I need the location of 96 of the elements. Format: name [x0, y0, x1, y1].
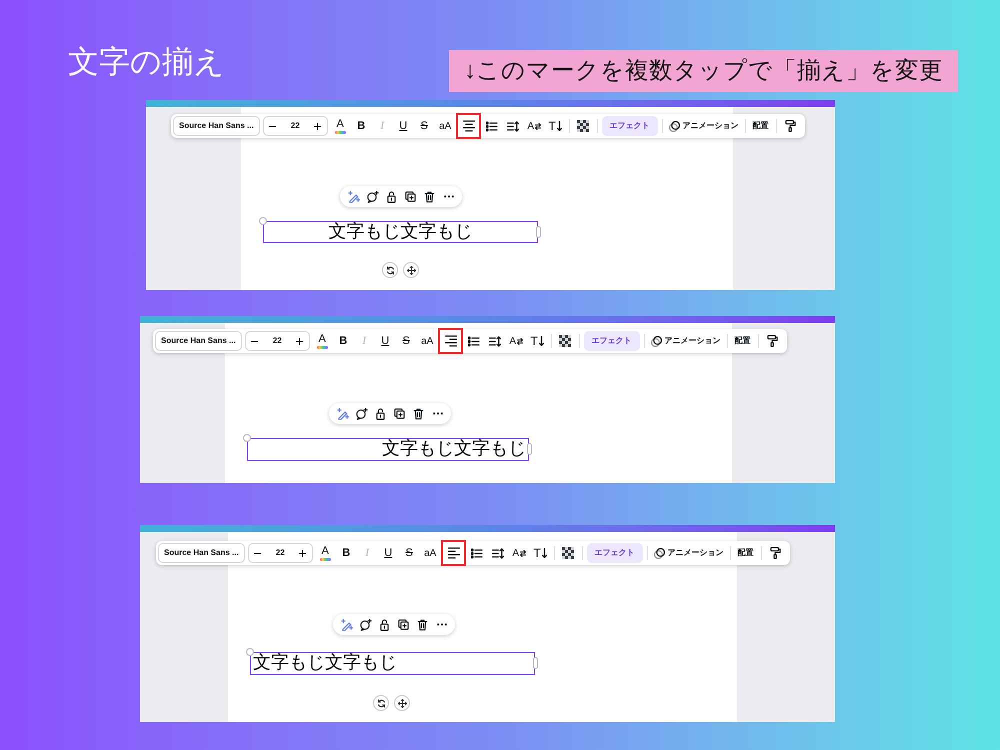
line-spacing-icon [489, 336, 502, 346]
underline-button[interactable]: U [378, 543, 398, 563]
font-size-field[interactable]: 22 [290, 120, 300, 132]
position-button[interactable]: 配置 [730, 331, 755, 351]
align-button[interactable] [438, 328, 464, 354]
text-direction-button[interactable]: T [530, 543, 550, 563]
animation-button[interactable]: アニメーション [666, 116, 742, 136]
magic-pencil-icon [340, 618, 352, 630]
overlapping-circles-icon [654, 548, 665, 558]
more-icon [432, 412, 442, 415]
paint-roller-icon [770, 547, 781, 559]
trash-icon [416, 618, 428, 630]
rainbow-bar-icon [334, 130, 346, 134]
plus-icon [296, 338, 304, 344]
down-arrow-icon [542, 548, 547, 558]
align-button[interactable] [441, 540, 466, 566]
resize-handle[interactable] [533, 657, 538, 669]
line-spacing-icon [507, 120, 520, 132]
strikethrough-button[interactable]: S [399, 543, 420, 563]
text-box[interactable]: 文字もじ文字もじ [250, 652, 535, 675]
text-direction-button[interactable]: T [527, 331, 548, 351]
down-arrow-icon [556, 121, 562, 131]
line-spacing-icon [492, 548, 504, 558]
checkerboard-icon [577, 120, 590, 132]
bullet-list-icon [486, 120, 498, 132]
font-dropdown[interactable]: Source Han Sans ... [155, 331, 242, 351]
text-box[interactable]: 文字もじ文字もじ [247, 438, 529, 461]
letter-case-button[interactable]: aA [435, 116, 456, 136]
page-title: 文字の揃え [68, 43, 225, 81]
more-icon [444, 195, 454, 198]
font-size-field[interactable]: 22 [276, 547, 285, 559]
resize-handle[interactable] [536, 226, 541, 238]
rotate-icon [386, 266, 394, 274]
double-arrow-icon [517, 338, 524, 344]
letter-spacing-button[interactable]: A [524, 116, 544, 136]
bold-button[interactable]: B [333, 331, 354, 351]
plus-icon [314, 122, 322, 130]
instruction-banner: ↓このマークを複数タップで「揃え」を変更 [449, 50, 958, 92]
move-arrows-icon [406, 266, 416, 274]
magic-pencil-icon [336, 408, 348, 420]
comment-plus-icon [360, 618, 372, 630]
effects-button[interactable]: エフェクト [584, 331, 640, 351]
more-icon [436, 623, 446, 626]
duplicate-icon [398, 618, 410, 630]
effects-button[interactable]: エフェクト [586, 543, 643, 563]
underline-button[interactable]: U [393, 116, 414, 136]
checkerboard-icon [562, 547, 574, 559]
font-dropdown[interactable]: Source Han Sans ... [173, 116, 260, 136]
bold-button[interactable]: B [351, 116, 372, 136]
overlapping-circles-icon [668, 120, 680, 132]
effects-button[interactable]: エフェクト [602, 116, 658, 136]
letter-case-button[interactable]: aA [420, 543, 440, 563]
text-color-button[interactable]: A [330, 116, 350, 136]
checkerboard-icon [559, 335, 572, 347]
move-arrows-icon [398, 698, 406, 708]
comment-plus-icon [366, 190, 378, 202]
animation-button[interactable]: アニメーション [650, 543, 727, 563]
text-box[interactable]: 文字もじ文字もじ [263, 221, 538, 243]
letter-case-button[interactable]: aA [417, 331, 438, 351]
font-size-field[interactable]: 22 [272, 335, 282, 347]
bold-button[interactable]: B [336, 543, 356, 563]
underline-button[interactable]: U [375, 331, 396, 351]
animation-button[interactable]: アニメーション [648, 331, 724, 351]
down-arrow-icon [538, 336, 544, 346]
magic-pencil-icon [348, 190, 360, 202]
unlock-icon [374, 408, 386, 420]
unlock-icon [378, 618, 390, 630]
paint-roller-icon [766, 335, 778, 347]
bullet-list-icon [471, 548, 484, 558]
resize-handle[interactable] [527, 443, 532, 455]
unlock-icon [386, 190, 398, 202]
letter-spacing-button[interactable]: A [509, 543, 530, 563]
align-button[interactable] [456, 113, 482, 139]
overlapping-circles-icon [650, 336, 662, 346]
duplicate-icon [394, 408, 406, 420]
text-color-button[interactable]: A [315, 543, 336, 563]
duplicate-icon [404, 190, 416, 202]
font-dropdown[interactable]: Source Han Sans ... [158, 543, 245, 563]
double-arrow-icon [520, 550, 526, 556]
double-arrow-icon [535, 122, 542, 130]
paint-roller-icon [784, 120, 796, 132]
strikethrough-button[interactable]: S [414, 116, 434, 136]
trash-icon [412, 408, 424, 420]
position-button[interactable]: 配置 [748, 116, 773, 136]
comment-plus-icon [356, 408, 368, 420]
letter-spacing-button[interactable]: A [506, 331, 526, 351]
rotate-icon [376, 698, 386, 708]
rainbow-bar-icon [316, 346, 328, 348]
strikethrough-button[interactable]: S [396, 331, 416, 351]
position-button[interactable]: 配置 [734, 543, 758, 563]
text-color-button[interactable]: A [312, 331, 332, 351]
plus-icon [299, 550, 306, 556]
rainbow-bar-icon [320, 558, 331, 560]
trash-icon [424, 190, 436, 202]
text-direction-button[interactable]: T [545, 116, 566, 136]
bullet-list-icon [468, 336, 480, 346]
